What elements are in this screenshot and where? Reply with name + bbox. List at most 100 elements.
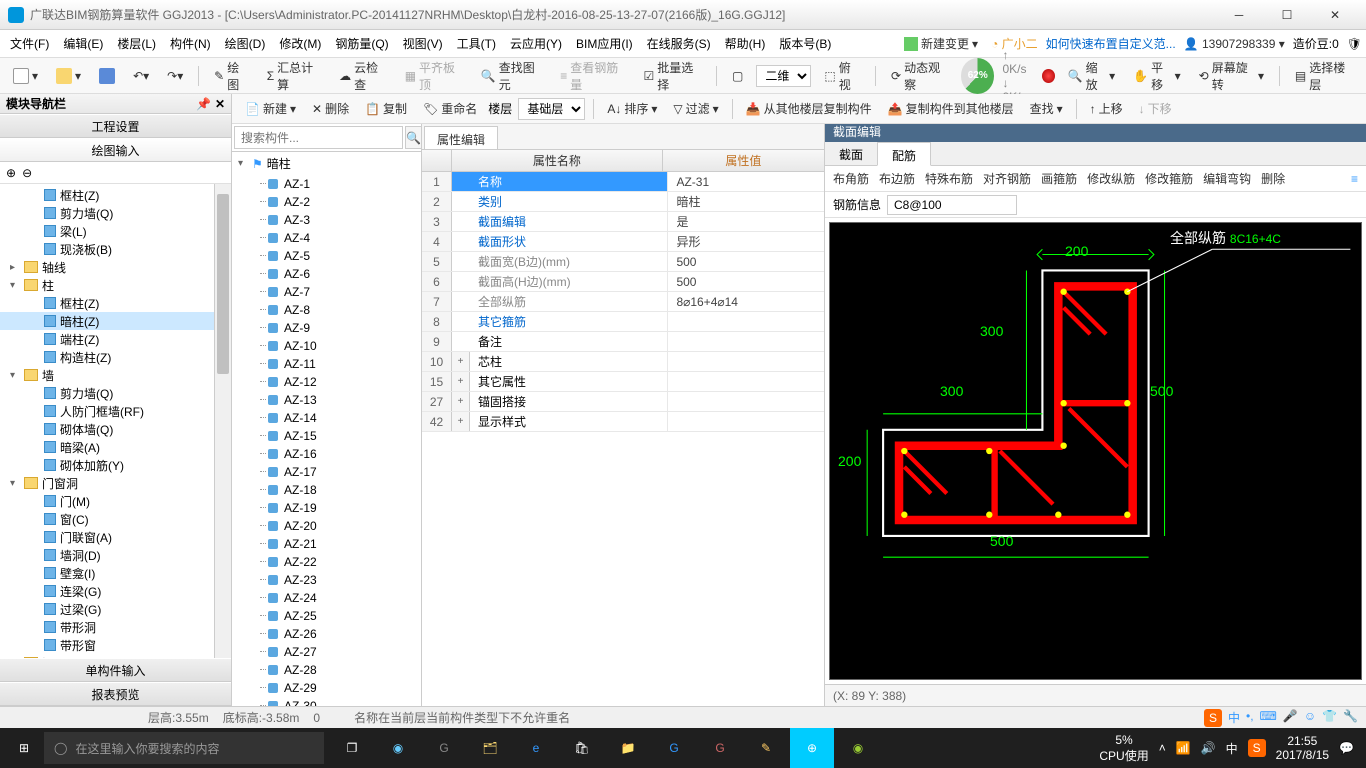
list-item-AZ-29[interactable]: AZ-29 <box>232 679 421 697</box>
sort-button[interactable]: A↓ 排序 ▾ <box>602 97 662 120</box>
nav-item-门窗洞[interactable]: ▾门窗洞 <box>0 474 231 492</box>
nav-close-icon[interactable]: ✕ <box>215 97 225 111</box>
list-item-AZ-30[interactable]: AZ-30 <box>232 697 421 706</box>
list-item-AZ-22[interactable]: AZ-22 <box>232 553 421 571</box>
list-item-AZ-23[interactable]: AZ-23 <box>232 571 421 589</box>
help-link[interactable]: 如何快速布置自定义范... <box>1046 35 1176 52</box>
list-item-AZ-7[interactable]: AZ-7 <box>232 283 421 301</box>
nav-item-过梁(G)[interactable]: 过梁(G) <box>0 600 231 618</box>
menu-在线服务(S)[interactable]: 在线服务(S) <box>641 32 717 55</box>
prop-row-1[interactable]: 1 名称 AZ-31 <box>422 172 824 192</box>
list-item-AZ-27[interactable]: AZ-27 <box>232 643 421 661</box>
nav-item-壁龛(I)[interactable]: 壁龛(I) <box>0 564 231 582</box>
section-tab-截面[interactable]: 截面 <box>825 142 877 165</box>
save-icon[interactable] <box>94 65 120 87</box>
minimize-button[interactable]: ─ <box>1216 1 1262 29</box>
prop-row-5[interactable]: 5 截面宽(B边)(mm) 500 <box>422 252 824 272</box>
nav-item-柱[interactable]: ▾柱 <box>0 276 231 294</box>
redo-icon[interactable]: ↷▾ <box>162 66 188 86</box>
list-item-AZ-28[interactable]: AZ-28 <box>232 661 421 679</box>
list-item-AZ-15[interactable]: AZ-15 <box>232 427 421 445</box>
prop-row-2[interactable]: 2 类别 暗柱 <box>422 192 824 212</box>
prop-row-4[interactable]: 4 截面形状 异形 <box>422 232 824 252</box>
nav-item-连梁(G)[interactable]: 连梁(G) <box>0 582 231 600</box>
move-up-button[interactable]: ↑ 上移 <box>1085 97 1128 120</box>
tool-修改纵筋[interactable]: 修改纵筋 <box>1087 170 1135 187</box>
menu-绘图(D)[interactable]: 绘图(D) <box>219 32 272 55</box>
prop-row-15[interactable]: 15+ 其它属性 <box>422 372 824 392</box>
nav-item-端柱(Z)[interactable]: 端柱(Z) <box>0 330 231 348</box>
menu-视图(V)[interactable]: 视图(V) <box>397 32 449 55</box>
list-item-AZ-19[interactable]: AZ-19 <box>232 499 421 517</box>
tray-clock[interactable]: 21:552017/8/15 <box>1276 734 1329 762</box>
tool-布边筋[interactable]: 布边筋 <box>879 170 915 187</box>
taskbar-search[interactable]: ◯ 在这里输入你要搜索的内容 <box>44 732 324 764</box>
maximize-button[interactable]: ☐ <box>1264 1 1310 29</box>
section-draw-input[interactable]: 绘图输入 <box>0 138 231 162</box>
app-icon-6[interactable]: ⊕ <box>790 728 834 768</box>
nav-item-构造柱(Z)[interactable]: 构造柱(Z) <box>0 348 231 366</box>
delete-button[interactable]: ✕ 删除 <box>307 97 354 120</box>
list-item-AZ-9[interactable]: AZ-9 <box>232 319 421 337</box>
section-canvas[interactable]: 200 300 300 200 500 500 全部纵筋 8C16+4C <box>829 222 1362 680</box>
nav-item-门(M)[interactable]: 门(M) <box>0 492 231 510</box>
list-item-AZ-17[interactable]: AZ-17 <box>232 463 421 481</box>
prop-row-7[interactable]: 7 全部纵筋 8⌀16+4⌀14 <box>422 292 824 312</box>
file-explorer-icon[interactable]: 🗂 <box>468 728 512 768</box>
nav-pin-icon[interactable]: 📌 <box>196 97 211 111</box>
new-file-icon[interactable]: ▾ <box>8 65 43 87</box>
view-rebar-button[interactable]: ≡ 查看钢筋量 <box>555 56 630 96</box>
red-ball-icon[interactable] <box>1042 69 1055 83</box>
list-item-AZ-12[interactable]: AZ-12 <box>232 373 421 391</box>
list-item-AZ-3[interactable]: AZ-3 <box>232 211 421 229</box>
zoom-button[interactable]: 🔍 缩放 ▾ <box>1063 56 1121 96</box>
open-icon[interactable]: ▾ <box>51 65 86 87</box>
prop-row-3[interactable]: 3 截面编辑 是 <box>422 212 824 232</box>
list-item-AZ-6[interactable]: AZ-6 <box>232 265 421 283</box>
ime-cn-icon[interactable]: 中 <box>1228 709 1240 727</box>
nav-item-墙洞(D)[interactable]: 墙洞(D) <box>0 546 231 564</box>
cpu-usage[interactable]: 5%CPU使用 <box>1099 733 1148 764</box>
new-change-button[interactable]: 新建变更 ▾ <box>899 32 983 55</box>
pan-button[interactable]: ✋ 平移 ▾ <box>1128 56 1186 96</box>
tray-up-icon[interactable]: ˄ <box>1159 741 1166 755</box>
sum-button[interactable]: Σ 汇总计算 <box>262 56 326 96</box>
folder-icon[interactable]: 📁 <box>606 728 650 768</box>
ime-face-icon[interactable]: ☺ <box>1304 709 1316 727</box>
cloud-check-button[interactable]: ☁ 云检查 <box>334 56 392 96</box>
app-icon-5[interactable]: ✎ <box>744 728 788 768</box>
component-search-input[interactable] <box>234 126 403 149</box>
nav-scrollbar[interactable] <box>214 184 231 658</box>
task-view-icon[interactable]: ❐ <box>330 728 374 768</box>
start-button[interactable]: ⊞ <box>4 728 44 768</box>
menu-文件(F)[interactable]: 文件(F) <box>4 32 55 55</box>
tool-修改箍筋[interactable]: 修改箍筋 <box>1145 170 1193 187</box>
nav-item-框柱(Z)[interactable]: 框柱(Z) <box>0 186 231 204</box>
nav-item-人防门框墙(RF)[interactable]: 人防门框墙(RF) <box>0 402 231 420</box>
dynamic-view-button[interactable]: ⟳ 动态观察 <box>886 56 953 96</box>
copy-from-button[interactable]: 📥 从其他楼层复制构件 <box>741 97 877 120</box>
tool-画箍筋[interactable]: 画箍筋 <box>1041 170 1077 187</box>
prop-row-6[interactable]: 6 截面高(H边)(mm) 500 <box>422 272 824 292</box>
list-item-AZ-5[interactable]: AZ-5 <box>232 247 421 265</box>
undo-icon[interactable]: ↶▾ <box>128 66 154 86</box>
menu-BIM应用(I)[interactable]: BIM应用(I) <box>570 32 639 55</box>
tray-sogou-icon[interactable]: S <box>1248 739 1266 757</box>
rebar-info-input[interactable] <box>887 195 1017 215</box>
tool-编辑弯钩[interactable]: 编辑弯钩 <box>1203 170 1251 187</box>
prop-row-8[interactable]: 8 其它箍筋 <box>422 312 824 332</box>
nav-item-轴线[interactable]: ▸轴线 <box>0 258 231 276</box>
nav-item-带形洞[interactable]: 带形洞 <box>0 618 231 636</box>
list-item-AZ-10[interactable]: AZ-10 <box>232 337 421 355</box>
select-floor-button[interactable]: ▤ 选择楼层 <box>1290 56 1358 96</box>
menu-钢筋量(Q)[interactable]: 钢筋量(Q) <box>329 32 394 55</box>
section-report[interactable]: 报表预览 <box>0 682 231 706</box>
ime-skin-icon[interactable]: 👕 <box>1322 709 1337 727</box>
app-icon-4[interactable]: G <box>698 728 742 768</box>
tray-notifications-icon[interactable]: 💬 <box>1339 741 1354 755</box>
nav-item-剪力墙(Q)[interactable]: 剪力墙(Q) <box>0 204 231 222</box>
new-component-button[interactable]: 📄 新建 ▾ <box>240 97 301 120</box>
app-icon-7[interactable]: ◉ <box>836 728 880 768</box>
menu-编辑(E)[interactable]: 编辑(E) <box>57 32 109 55</box>
list-item-AZ-2[interactable]: AZ-2 <box>232 193 421 211</box>
